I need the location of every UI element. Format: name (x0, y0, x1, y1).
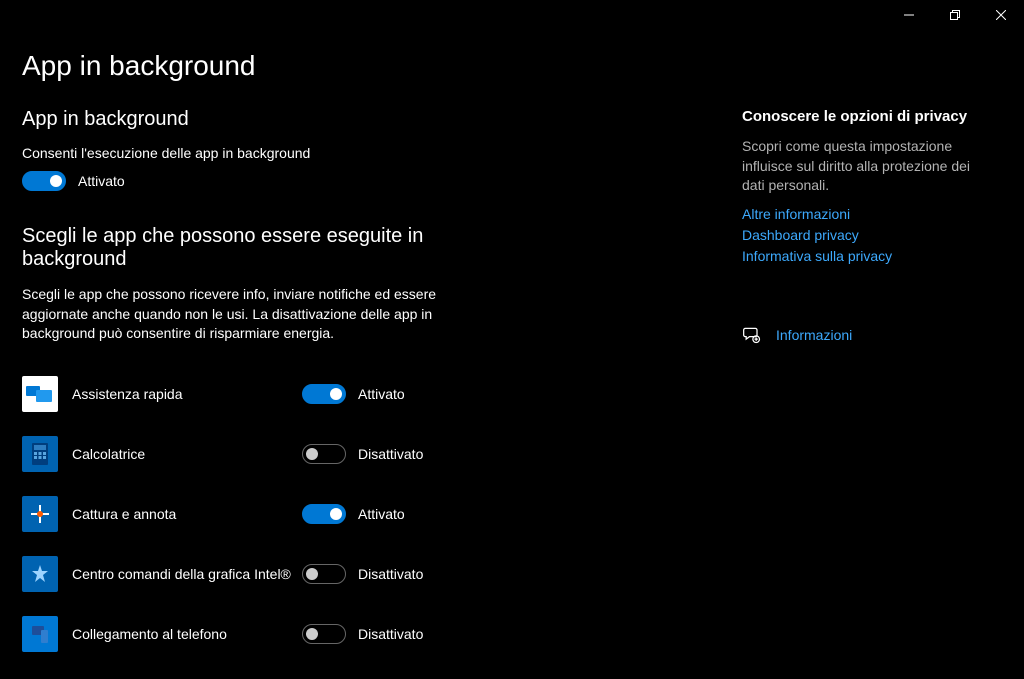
feedback-icon (742, 325, 762, 345)
master-toggle-state: Attivato (78, 173, 125, 189)
app-toggle-cell: Disattivato (302, 564, 482, 584)
app-toggle-cell: Disattivato (302, 624, 482, 644)
restore-button[interactable] (932, 0, 978, 30)
app-toggle-state: Attivato (358, 386, 405, 402)
quick-icon (22, 376, 58, 412)
master-toggle-caption: Consenti l'esecuzione delle app in backg… (22, 145, 462, 161)
sidebar-description: Scopri come questa impostazione influisc… (742, 137, 972, 196)
choose-heading: Scegli le app che possono essere eseguit… (22, 225, 442, 271)
app-name: Assistenza rapida (72, 386, 302, 402)
app-row: Collegamento al telefono Disattivato (22, 604, 482, 664)
app-row: Calcolatrice Disattivato (22, 424, 482, 484)
sidebar-link[interactable]: Altre informazioni (742, 204, 1004, 225)
app-toggle-state: Disattivato (358, 626, 423, 642)
page-title: App in background (22, 50, 722, 82)
master-toggle[interactable] (22, 171, 66, 191)
sidebar-link[interactable]: Dashboard privacy (742, 225, 1004, 246)
app-toggle[interactable] (302, 384, 346, 404)
app-row: Assistenza rapida Attivato (22, 364, 482, 424)
app-toggle[interactable] (302, 504, 346, 524)
app-toggle-state: Disattivato (358, 566, 423, 582)
app-toggle-state: Attivato (358, 506, 405, 522)
app-toggle-cell: Attivato (302, 384, 482, 404)
app-name: Centro comandi della grafica Intel® (72, 566, 302, 582)
snip-icon (22, 496, 58, 532)
sidebar-link[interactable]: Informativa sulla privacy (742, 246, 1004, 267)
app-name: Collegamento al telefono (72, 626, 302, 642)
app-toggle[interactable] (302, 564, 346, 584)
app-name: Cattura e annota (72, 506, 302, 522)
master-toggle-heading: App in background (22, 108, 462, 131)
app-toggle[interactable] (302, 624, 346, 644)
app-toggle-cell: Disattivato (302, 444, 482, 464)
calc-icon (22, 436, 58, 472)
minimize-button[interactable] (886, 0, 932, 30)
close-button[interactable] (978, 0, 1024, 30)
window-controls (886, 0, 1024, 30)
app-toggle-cell: Attivato (302, 504, 482, 524)
choose-description: Scegli le app che possono ricevere info,… (22, 285, 462, 344)
app-row: Cattura e annota Attivato (22, 484, 482, 544)
feedback-link[interactable]: Informazioni (776, 325, 852, 346)
sidebar-title: Conoscere le opzioni di privacy (742, 108, 1004, 125)
app-name: Calcolatrice (72, 446, 302, 462)
intel-icon (22, 556, 58, 592)
app-toggle[interactable] (302, 444, 346, 464)
app-toggle-state: Disattivato (358, 446, 423, 462)
phone-icon (22, 616, 58, 652)
app-row: Centro comandi della grafica Intel® Disat… (22, 544, 482, 604)
